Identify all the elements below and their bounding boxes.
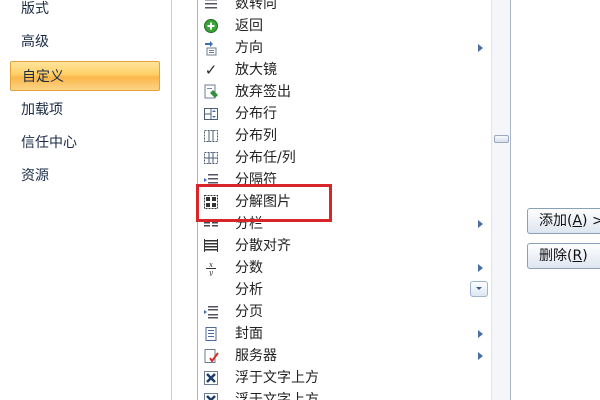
list-item[interactable]: 返回 xyxy=(199,15,490,37)
columns-icon xyxy=(203,216,219,232)
nav-item-add-ins[interactable]: 加载项 xyxy=(10,95,160,125)
remove-button-suffix: ) xyxy=(582,248,588,264)
list-item[interactable]: 服务器 xyxy=(199,345,490,367)
checkmark-icon: ✓ xyxy=(204,61,218,79)
submenu-arrow-icon xyxy=(478,264,483,272)
ungroup-picture-icon xyxy=(203,194,219,210)
list-item-label: 分页 xyxy=(235,304,263,320)
list-item-label: 服务器 xyxy=(235,348,277,364)
list-item-label: 分栏 xyxy=(235,216,263,232)
nav-item-label: 高级 xyxy=(21,34,49,50)
cover-page-icon xyxy=(203,326,219,342)
distribute-columns-icon xyxy=(203,128,219,144)
list-item-label: 分散对齐 xyxy=(235,238,291,254)
list-item[interactable]: 分栏 xyxy=(199,213,490,235)
word-options-customize-dialog: 版式 高级 自定义 加载项 信任中心 资源 数转向 返回 方向 ✓ 放大镜 放弃… xyxy=(0,0,600,400)
svg-text:x: x xyxy=(209,261,213,269)
list-item[interactable]: 方向 xyxy=(199,37,490,59)
server-icon xyxy=(203,348,219,364)
nav-item-customize[interactable]: 自定义 xyxy=(10,61,160,91)
nav-item-label: 资源 xyxy=(21,168,49,184)
dropdown-button[interactable] xyxy=(470,281,488,297)
list-item-label: 放大镜 xyxy=(235,62,277,78)
list-item[interactable]: xy 分数 xyxy=(199,257,490,279)
scrollbar-thumb[interactable] xyxy=(494,135,509,143)
in-front-of-text-icon xyxy=(203,392,219,400)
command-listbox[interactable]: 数转向 返回 方向 ✓ 放大镜 放弃签出 分布行 分布列 分布任/列 分隔符 分… xyxy=(197,0,511,400)
distributed-align-icon xyxy=(203,238,219,254)
remove-button[interactable]: 删除(R) xyxy=(527,243,600,269)
distribute-rows-icon xyxy=(203,106,219,122)
list-item[interactable]: 分析 xyxy=(199,279,490,301)
list-scrollbar[interactable] xyxy=(491,0,510,400)
add-button-suffix: ) > xyxy=(582,213,600,229)
list-item[interactable]: 分页 xyxy=(199,301,490,323)
page-break-icon xyxy=(203,304,219,320)
list-item[interactable]: 放弃签出 xyxy=(199,81,490,103)
add-button-label: 添加( xyxy=(539,213,573,229)
nav-item-trust-center[interactable]: 信任中心 xyxy=(10,128,160,158)
list-item-label: 放弃签出 xyxy=(235,84,291,100)
nav-item-label: 版式 xyxy=(21,1,49,17)
list-item[interactable]: 浮于文字上方 xyxy=(199,367,490,389)
nav-item-label: 加载项 xyxy=(21,102,63,118)
list-item[interactable]: ✓ 放大镜 xyxy=(199,59,490,81)
list-item[interactable]: 浮于文字上方 xyxy=(199,389,490,400)
distribute-both-icon xyxy=(203,150,219,166)
list-item-label: 浮于文字上方 xyxy=(235,370,319,386)
nav-item-label: 信任中心 xyxy=(21,135,77,151)
nav-item-advanced[interactable]: 高级 xyxy=(10,27,160,57)
list-item[interactable]: 分隔符 xyxy=(199,169,490,191)
direction-icon xyxy=(203,40,219,56)
list-item[interactable]: 分解图片 xyxy=(199,191,490,213)
list-item-label: 分布任/列 xyxy=(235,150,296,166)
list-item-label: 封面 xyxy=(235,326,263,342)
list-item-label: 方向 xyxy=(235,40,263,56)
separator-icon xyxy=(203,172,219,188)
submenu-arrow-icon xyxy=(478,44,483,52)
add-button-accesskey: A xyxy=(572,213,583,229)
submenu-arrow-icon xyxy=(478,220,483,228)
list-item[interactable]: 分布任/列 xyxy=(199,147,490,169)
list-item-label: 分析 xyxy=(235,282,263,298)
in-front-of-text-icon xyxy=(203,370,219,386)
list-item[interactable]: 分散对齐 xyxy=(199,235,490,257)
nav-item-label: 自定义 xyxy=(22,69,64,85)
back-green-icon xyxy=(203,18,219,34)
list-item-label: 分布列 xyxy=(235,128,277,144)
lines-icon xyxy=(203,0,219,12)
add-button[interactable]: 添加(A) > xyxy=(527,208,600,234)
list-item-label: 返回 xyxy=(235,18,263,34)
remove-button-label: 删除( xyxy=(539,248,573,264)
list-item[interactable]: 分布行 xyxy=(199,103,490,125)
remove-button-accesskey: R xyxy=(572,248,583,264)
list-item-label: 数转向 xyxy=(235,0,277,12)
list-item[interactable]: 数转向 xyxy=(199,0,490,15)
discard-checkout-icon xyxy=(203,84,219,100)
fraction-icon: xy xyxy=(203,260,219,277)
list-item-label: 分解图片 xyxy=(235,194,291,210)
submenu-arrow-icon xyxy=(478,330,483,338)
nav-item-resources[interactable]: 资源 xyxy=(10,161,160,191)
list-item-label: 分隔符 xyxy=(235,172,277,188)
list-item[interactable]: 封面 xyxy=(199,323,490,345)
list-item-label: 浮于文字上方 xyxy=(235,392,319,400)
list-item-label: 分数 xyxy=(235,260,263,276)
submenu-arrow-icon xyxy=(478,352,483,360)
list-item-label: 分布行 xyxy=(235,106,277,122)
options-category-nav: 版式 高级 自定义 加载项 信任中心 资源 xyxy=(0,0,172,400)
nav-item-layout[interactable]: 版式 xyxy=(10,0,160,24)
list-item[interactable]: 分布列 xyxy=(199,125,490,147)
svg-text:y: y xyxy=(208,269,214,276)
